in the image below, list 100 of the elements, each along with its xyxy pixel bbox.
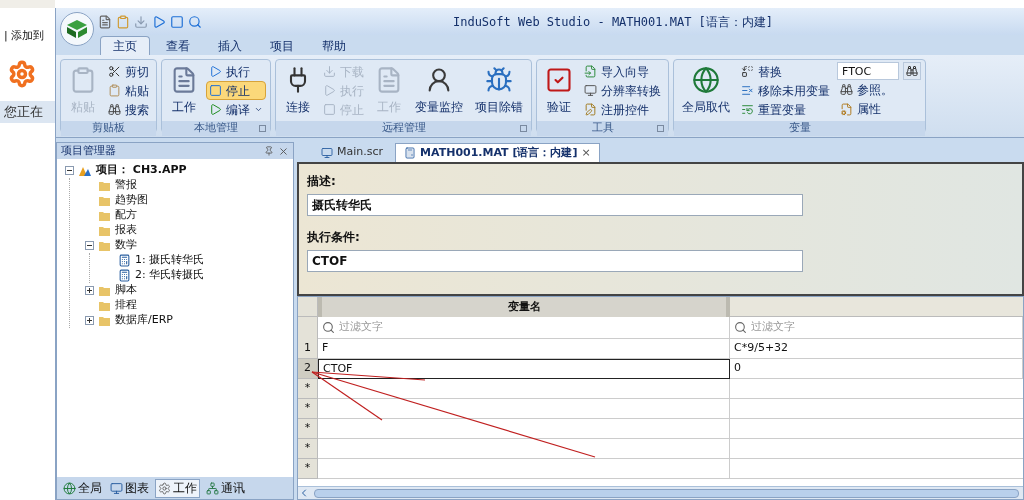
run-icon (323, 84, 336, 97)
filter-field[interactable]: 过滤文字 (751, 319, 871, 336)
ribbon-button[interactable]: 停止 (206, 81, 266, 100)
tree-item[interactable]: 配方 (115, 207, 137, 224)
new-row-marker: * (298, 379, 318, 399)
tree-item[interactable]: 项目： CH3.APP (96, 162, 187, 179)
ribbon-tab[interactable]: 帮助 (310, 36, 358, 55)
ribbon-tab[interactable]: 项目 (258, 36, 306, 55)
table-cell[interactable]: 0 (730, 359, 1023, 379)
ribbon-large-button[interactable]: 验证 (541, 60, 577, 121)
tree-item[interactable]: 排程 (115, 297, 137, 314)
ribbon-button[interactable]: 搜索 (105, 100, 152, 119)
dialog-launcher-icon[interactable] (259, 125, 266, 132)
page-header-strip (0, 0, 55, 8)
app-orb-icon[interactable] (60, 11, 94, 46)
folder-icon (98, 194, 111, 207)
filter-field[interactable]: 过滤文字 (339, 319, 459, 336)
verify-icon (545, 65, 573, 94)
network-icon (206, 481, 219, 495)
ribbon-tab[interactable]: 插入 (206, 36, 254, 55)
search-field[interactable]: FTOC (837, 62, 899, 81)
ribbon-button[interactable]: 参照。 (837, 80, 921, 100)
expand-toggle[interactable] (85, 286, 94, 295)
folder-icon (98, 209, 111, 222)
search-icon (734, 321, 747, 334)
gear-icon (8, 59, 36, 88)
window-title: InduSoft Web Studio - MATH001.MAT [语言：内建] (451, 13, 775, 31)
field-label: 描述: (307, 173, 337, 190)
ribbon-button[interactable]: 替换 (738, 62, 833, 81)
globe-icon (63, 481, 76, 495)
tree-item[interactable]: 数据库/ERP (115, 312, 173, 329)
collapse-toggle[interactable] (85, 241, 94, 250)
find-button[interactable] (903, 62, 921, 81)
run-icon[interactable] (152, 14, 166, 29)
expand-toggle[interactable] (85, 316, 94, 325)
search-icon (322, 321, 335, 334)
panel-tab[interactable]: 通讯 (204, 478, 247, 498)
ribbon-large-button[interactable]: 工作 (166, 60, 202, 121)
find-icon (108, 103, 121, 116)
pin-icon[interactable] (264, 146, 274, 156)
binoculars-icon (906, 65, 918, 78)
import-icon (584, 65, 597, 78)
scrollbar-thumb[interactable] (314, 488, 1019, 498)
ribbon-button[interactable]: 剪切 (105, 62, 152, 81)
tree-item[interactable]: 2: 华氏转摄氏 (135, 267, 205, 284)
screen-icon (110, 481, 123, 495)
ribbon-button[interactable]: 分辨率转换 (581, 81, 664, 100)
ribbon-tab[interactable]: 查看 (154, 36, 202, 55)
ribbon-large-button[interactable]: 变量监控 (411, 60, 467, 121)
column-header[interactable]: 变量名 (318, 297, 730, 317)
close-tab-button[interactable]: × (581, 144, 591, 162)
ribbon-button[interactable]: 粘贴 (105, 81, 152, 100)
gear-icon (158, 481, 171, 495)
dialog-launcher-icon[interactable] (520, 125, 527, 132)
ribbon-button[interactable]: 注册控件 (581, 100, 664, 119)
panel-tab[interactable]: 工作 (155, 478, 200, 498)
group-label: 工具 (591, 120, 614, 137)
breadcrumb-text: 您正在 (3, 102, 43, 121)
download-icon (323, 65, 336, 78)
tree-item[interactable]: 报表 (115, 222, 137, 239)
collapse-toggle[interactable] (65, 166, 74, 175)
tree-item[interactable]: 1: 摄氏转华氏 (135, 252, 205, 269)
folder-icon (98, 179, 111, 192)
ribbon-button[interactable]: 编译 (206, 100, 266, 119)
debug-icon (485, 65, 513, 94)
column-header[interactable] (730, 297, 1023, 317)
document-tab[interactable]: MATH001.MAT [语言：内建] × (395, 143, 600, 162)
close-icon[interactable] (278, 145, 289, 157)
ribbon-button[interactable]: 重置变量 (738, 100, 833, 119)
new-file-icon[interactable] (98, 14, 112, 29)
ribbon-tab[interactable]: 主页 (100, 36, 150, 55)
field-label: 执行条件: (307, 229, 361, 246)
panel-tab[interactable]: 图表 (108, 478, 151, 498)
tree-item[interactable]: 趋势图 (115, 192, 148, 209)
tree-item[interactable]: 脚本 (115, 282, 137, 299)
ribbon-large-button[interactable]: 连接 (280, 60, 316, 121)
ribbon-large-button[interactable]: 全局取代 (678, 60, 734, 121)
table-cell[interactable]: C*9/5+32 (730, 339, 1023, 359)
ribbon-button[interactable]: 导入向导 (581, 62, 664, 81)
document-tab[interactable]: Main.scr (313, 143, 392, 162)
run-icon (209, 65, 222, 78)
group-label: 远程管理 (381, 120, 426, 137)
tree-item[interactable]: 数学 (115, 237, 137, 254)
group-label: 剪贴板 (92, 120, 125, 137)
new-row-marker: * (298, 399, 318, 419)
group-label: 变量 (788, 120, 811, 137)
table-cell[interactable]: CTOF (318, 359, 730, 379)
ribbon-button[interactable]: 移除未用变量 (738, 81, 833, 100)
stop-icon[interactable] (170, 14, 184, 29)
tree-item[interactable]: 警报 (115, 177, 137, 194)
header-corner (298, 297, 318, 317)
dialog-launcher-icon[interactable] (657, 125, 664, 132)
panel-tab[interactable]: 全局 (61, 478, 104, 498)
link-text[interactable]: | 添加到 (0, 28, 55, 45)
ribbon-button[interactable]: 属性 (837, 99, 921, 119)
condition-field[interactable]: CTOF (307, 250, 803, 272)
ribbon-button[interactable]: 执行 (206, 62, 266, 81)
description-field[interactable]: 摄氏转华氏 (307, 194, 803, 216)
ribbon-large-button[interactable]: 项目除错 (471, 60, 527, 121)
table-cell[interactable]: F (318, 339, 730, 359)
